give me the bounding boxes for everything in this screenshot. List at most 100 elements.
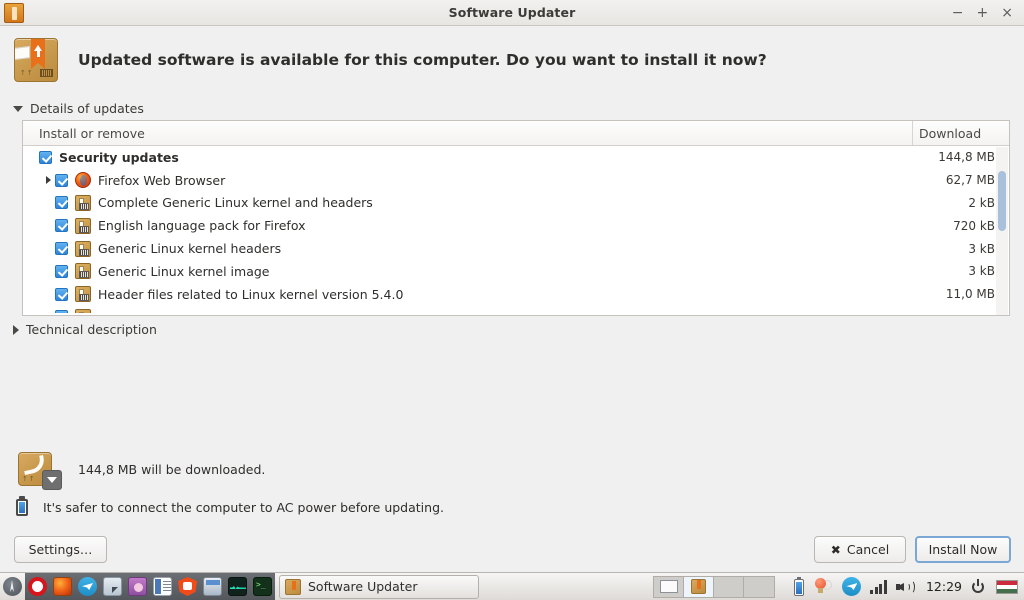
row-download-size: 144,8 MB [938,150,995,165]
table-row[interactable]: Generic Linux kernel image 3 kB [23,260,1009,283]
row-name-cell: Firefox Web Browser [23,172,899,189]
workspace-pager[interactable] [653,575,776,598]
table-row-clipped[interactable] [23,306,1009,313]
workspace-2[interactable] [684,576,715,597]
row-label: Generic Linux kernel image [98,263,270,279]
column-header-install-or-remove[interactable]: Install or remove [23,121,913,145]
launcher-brave[interactable] [175,572,200,600]
row-label: English language pack for Firefox [98,218,306,234]
launcher-calculator[interactable] [200,572,225,600]
row-label: Header files related to Linux kernel ver… [98,286,404,302]
deb-package-icon [75,286,91,303]
launcher-firefox[interactable] [50,572,75,600]
battery-icon [794,577,805,596]
close-x-icon: ✖ [830,542,841,557]
launcher-file-manager[interactable] [100,572,125,600]
row-label: Complete Generic Linux kernel and header… [98,195,373,211]
workspace-1[interactable] [654,576,685,597]
deb-package-icon [75,308,91,313]
tray-network[interactable] [870,579,887,594]
row-checkbox[interactable] [55,242,68,256]
table-row[interactable]: English language pack for Firefox 720 kB [23,214,1009,237]
tray-notifications[interactable] [813,577,833,596]
maximize-button[interactable]: + [977,6,989,20]
taskbar-launchers [0,572,275,600]
taskbar-window-button[interactable]: Software Updater [279,574,479,599]
window-controls: − + × [952,6,1024,20]
table-row[interactable]: Complete Generic Linux kernel and header… [23,192,1009,215]
power-icon[interactable] [971,578,987,595]
launcher-telegram[interactable] [75,572,100,600]
column-header-download[interactable]: Download [913,121,1009,145]
header-area: ↑↑ Updated software is available for thi… [0,26,1024,94]
row-download-size: 2 kB [968,195,995,210]
window-preview-icon [659,580,678,593]
table-row[interactable]: Header files related to Linux kernel ver… [23,283,1009,306]
software-updater-window: Software Updater − + × ↑↑ Updated softwa… [0,0,1024,600]
launcher-text-editor[interactable] [150,572,175,600]
taskbar: Software Updater [0,572,1024,600]
launcher-terminal[interactable] [250,572,275,600]
cancel-button-label: Cancel [846,542,890,557]
workspace-3[interactable] [714,576,745,597]
table-row[interactable]: Firefox Web Browser 62,7 MB [23,169,1009,192]
title-bar: Software Updater − + × [0,0,1024,26]
deb-package-icon [75,217,91,234]
table-row[interactable]: Security updates 144,8 MB [23,146,1009,169]
download-summary: ↑↑ 144,8 MB will be downloaded. [18,452,266,490]
close-button[interactable]: × [1001,6,1013,20]
row-checkbox[interactable] [55,287,68,301]
package-icon [691,579,707,594]
row-checkbox[interactable] [55,196,68,210]
details-of-updates-expander[interactable]: Details of updates [13,101,144,116]
launcher-applications-menu[interactable] [0,573,25,600]
table-row[interactable]: Generic Linux kernel headers 3 kB [23,237,1009,260]
launcher-media-player[interactable] [125,572,150,600]
install-now-button[interactable]: Install Now [915,536,1011,563]
row-name-cell: Security updates [23,150,899,165]
cancel-button[interactable]: ✖ Cancel [814,536,906,563]
tray-telegram[interactable] [842,577,862,596]
row-checkbox[interactable] [55,310,68,313]
volume-icon [895,579,916,595]
brave-browser-icon [178,577,197,596]
workspace-4[interactable] [744,577,774,597]
firefox-icon [75,172,91,189]
minimize-button[interactable]: − [952,6,964,20]
row-name-cell: English language pack for Firefox [23,217,899,234]
tray-volume[interactable] [895,579,916,595]
taskbar-window-label: Software Updater [308,579,418,594]
row-name-cell: Complete Generic Linux kernel and header… [23,194,899,211]
signal-bars-icon [870,579,887,594]
row-checkbox[interactable] [55,264,68,278]
deb-package-icon [75,263,91,280]
launcher-opera[interactable] [25,572,50,600]
window-title: Software Updater [448,5,576,20]
row-label: Security updates [59,149,179,165]
scrollbar-thumb[interactable] [998,171,1006,231]
hungary-flag-icon[interactable] [996,579,1018,594]
settings-button[interactable]: Settings… [14,536,107,563]
row-checkbox[interactable] [39,150,52,164]
list-scrollbar[interactable] [996,147,1008,315]
notification-bulb-icon [813,577,833,596]
chevron-down-icon [13,105,23,112]
header-message: Updated software is available for this c… [78,51,767,69]
battery-icon [14,496,31,517]
row-name-cell: Header files related to Linux kernel ver… [23,286,899,303]
tray-clock[interactable]: 12:29 [926,579,962,594]
row-label: Generic Linux kernel headers [98,241,282,257]
row-name-cell: Generic Linux kernel headers [23,240,899,257]
updates-list[interactable]: Install or remove Download Security upda… [22,120,1010,316]
firefox-icon [53,577,72,596]
tray-battery[interactable] [794,577,805,596]
package-icon [285,578,301,595]
window-package-icon [4,2,24,23]
launcher-system-monitor[interactable] [225,572,250,600]
download-size-text: 144,8 MB will be downloaded. [78,461,266,477]
row-expander-icon[interactable] [41,176,55,185]
row-checkbox[interactable] [55,173,68,187]
row-checkbox[interactable] [55,219,68,233]
system-monitor-icon [228,577,247,596]
technical-description-expander[interactable]: Technical description [13,322,157,337]
